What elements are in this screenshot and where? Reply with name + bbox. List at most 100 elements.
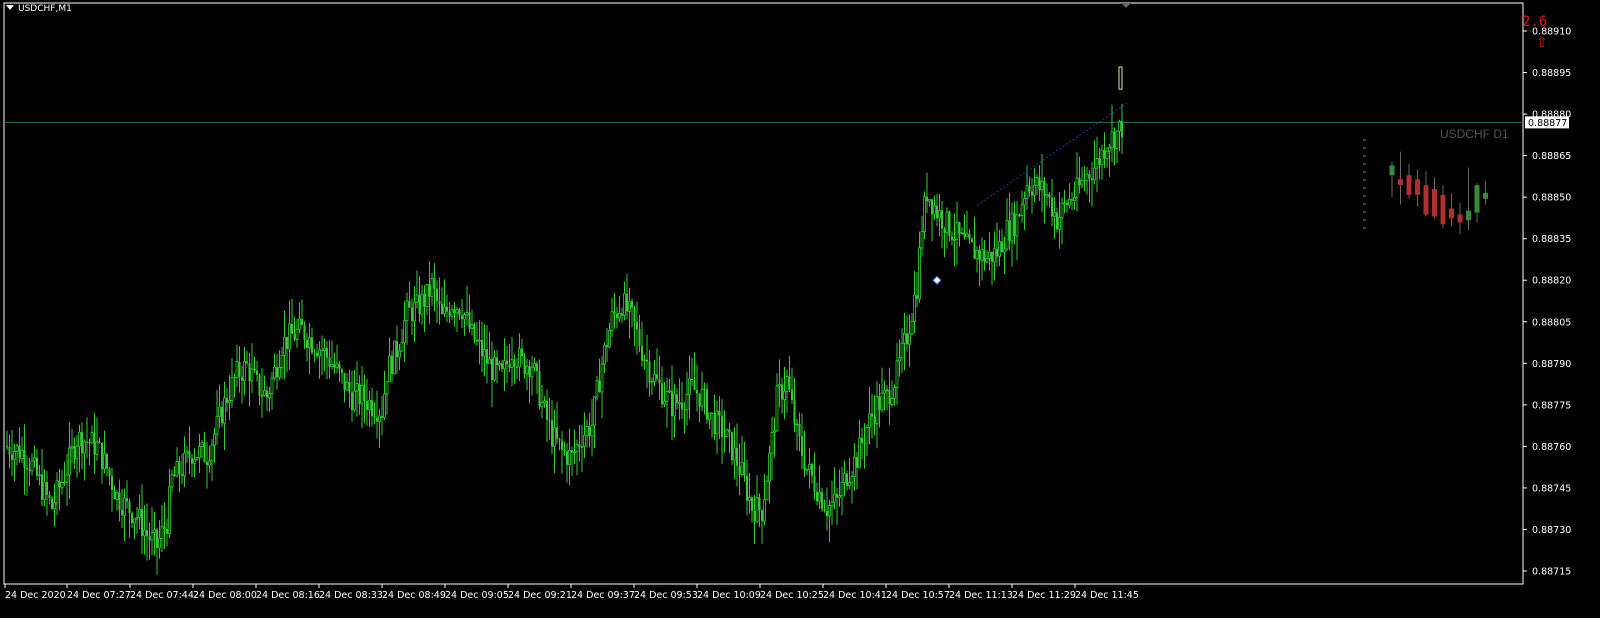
candle-body [1020,204,1024,217]
candle-body [618,312,621,319]
candle-body [150,532,154,541]
candle-body [351,392,353,410]
candle-body [46,482,48,495]
candle-body [280,354,284,368]
candle-body [1025,185,1029,200]
candle-body [81,432,83,454]
candle-body [801,436,803,456]
candle-body [996,248,998,257]
candle-body [850,476,854,483]
candle-body [293,333,296,340]
candle-body [943,228,946,233]
candle-body [256,370,258,375]
y-tick-label: 0.88835 [1532,234,1571,245]
candle-body [746,475,748,501]
candle-body [503,360,506,370]
candle-body [415,294,419,303]
candle-body [753,511,756,522]
price-chart[interactable]: 0.889100.888950.888800.888650.888500.888… [0,0,1600,618]
candle-body [311,337,313,353]
candle-body [641,346,643,361]
candle-body [1058,216,1061,230]
candle-body [650,380,654,383]
candle-body [661,383,663,405]
candle-body [880,392,884,411]
candle-body [910,321,914,335]
candle-body [613,311,616,314]
mini-candle-body [1398,179,1403,186]
candle-body [736,447,738,466]
candle-body [530,366,534,378]
candle-body [266,390,268,398]
candle-body [51,498,53,509]
candle-body [811,464,813,476]
candle-body [153,529,156,533]
candle-body [126,497,128,502]
candle-body [1033,184,1036,196]
candle-body [748,497,751,501]
candle-body [453,309,456,313]
candle-body [858,437,861,469]
candle-body [118,492,121,510]
candle-body [396,341,398,358]
candle-body [923,196,926,232]
candle-body [368,399,371,411]
candle-body [721,415,723,437]
candle-body [673,394,676,417]
candle-body [218,406,221,417]
candle-body [1008,220,1011,241]
candle-body [573,451,576,454]
x-tick-label: 24 Dec 09:37 [571,590,635,601]
x-tick-label: 24 Dec 08:16 [256,590,320,601]
candle-body [900,342,904,359]
candle-body [643,359,646,362]
candle-body [308,337,311,349]
mini-candle-body [1432,189,1437,217]
menu-triangle-icon[interactable] [6,5,14,10]
candle-body [388,355,391,383]
candle-body [740,462,744,475]
candle-body [15,445,19,453]
candle-body [1056,212,1058,230]
candle-body [193,458,196,464]
chart-title[interactable]: USDCHF,M1 [6,4,72,14]
candle-body [563,449,566,452]
candle-body [413,301,416,322]
x-tick-label: 24 Dec 09:21 [508,590,572,601]
candle-body [983,249,986,263]
candle-body [685,393,689,411]
candle-body [978,250,981,261]
candle-body [763,499,766,522]
candle-body [718,410,721,416]
candle-body [1080,180,1084,186]
candle-body [928,199,931,202]
candle-body [668,390,671,393]
candle-body [728,429,731,433]
candle-body [498,363,501,366]
candle-body [398,350,401,358]
candle-body [603,344,606,365]
candle-body [798,424,801,437]
candle-body [606,345,608,347]
candle-body [273,366,276,379]
candle-body [458,309,461,316]
mini-candle-body [1474,185,1480,213]
candle-body [233,377,236,379]
candle-body [510,359,514,368]
candle-body [931,199,933,215]
candle-body [715,410,719,435]
candle-body [663,400,666,405]
mini-candle-body [1389,165,1395,176]
candle-body [268,393,271,398]
candle-body [8,446,11,455]
candle-body [626,293,628,312]
candle-body [890,397,894,405]
candle-body [131,513,133,524]
x-tick-label: 24 Dec 08:00 [193,590,257,601]
candle-body [430,278,434,297]
candle-body [103,453,106,470]
candle-body [856,457,858,468]
candle-body [360,384,364,405]
candle-body [385,381,389,395]
candle-body [988,251,991,259]
